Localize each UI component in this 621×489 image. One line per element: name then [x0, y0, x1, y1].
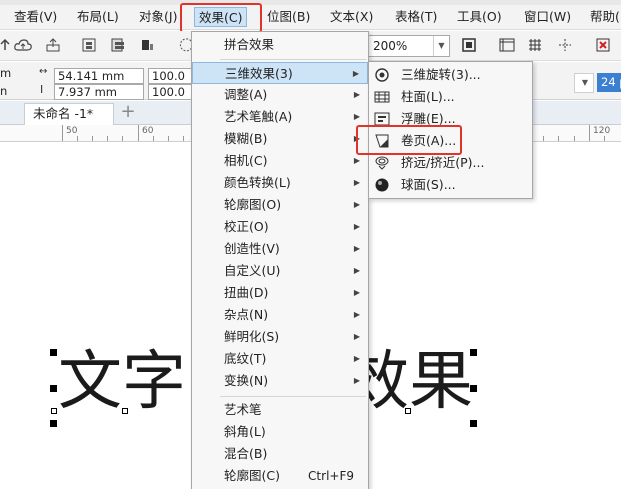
menu-item-custom[interactable]: 自定义(U) ▶ — [192, 260, 368, 282]
menu-separator — [220, 59, 366, 60]
tab-document[interactable]: 未命名 -1* — [24, 103, 114, 125]
chevron-down-icon[interactable]: ▼ — [577, 74, 593, 92]
submenu-arrow-icon: ▶ — [353, 200, 360, 209]
menu-item-combine-effects[interactable]: 拼合效果 — [192, 34, 368, 56]
scale-y-input[interactable]: 100.0 — [148, 84, 192, 100]
annotation-highlight-page-curl — [356, 125, 462, 155]
rulers-icon[interactable] — [496, 34, 518, 56]
object-width-input[interactable]: 54.141 mm — [54, 68, 144, 84]
shortcut-label: Ctrl+F9 — [308, 469, 354, 483]
grid-icon[interactable] — [524, 34, 546, 56]
height-icon: I — [40, 83, 44, 96]
ruler-label: 120 — [593, 126, 611, 136]
zoom-combo[interactable]: 200% ▼ — [368, 35, 450, 57]
submenu-arrow-icon: ▶ — [353, 354, 360, 363]
cloud-upload-icon[interactable] — [12, 34, 34, 56]
full-screen-icon[interactable] — [458, 34, 480, 56]
submenu-arrow-icon: ▶ — [352, 69, 359, 78]
menu-item-3d-effects[interactable]: 三维效果(3) ▶ — [192, 62, 368, 84]
menu-item-3d-rotate[interactable]: 三维旋转(3)... — [369, 64, 532, 86]
ruler-label: 60 — [142, 126, 154, 136]
menu-table[interactable]: 表格(T) — [391, 7, 441, 27]
submenu-arrow-icon: ▶ — [353, 266, 360, 275]
submenu-arrow-icon: ▶ — [353, 90, 360, 99]
selection-handle[interactable] — [50, 349, 57, 356]
menu-item-creative[interactable]: 创造性(V) ▶ — [192, 238, 368, 260]
menu-item-distort[interactable]: 扭曲(D) ▶ — [192, 282, 368, 304]
title-strip — [0, 0, 621, 5]
width-icon: ↔ — [39, 66, 48, 77]
selection-handle[interactable] — [50, 420, 57, 427]
app-window: { "menubar": { "items": ["查看(V)", "布局(L)… — [0, 0, 621, 489]
node-handle[interactable] — [122, 408, 128, 414]
selection-handle[interactable] — [50, 385, 57, 392]
export-icon[interactable] — [42, 34, 64, 56]
menu-item-contour[interactable]: 轮廓图(O) ▶ — [192, 194, 368, 216]
menu-item-adjust[interactable]: 调整(A) ▶ — [192, 84, 368, 106]
menu-item-bevel[interactable]: 斜角(L) — [192, 421, 368, 443]
guidelines-icon[interactable] — [554, 34, 576, 56]
menu-help[interactable]: 帮助( — [586, 7, 621, 27]
menu-bitmaps[interactable]: 位图(B) — [263, 7, 314, 27]
menu-object[interactable]: 对象(J) — [135, 7, 181, 27]
font-size-input[interactable]: 24 p — [597, 73, 621, 92]
position-y-field[interactable]: n — [0, 83, 30, 99]
annotation-highlight-effects — [180, 3, 262, 33]
sphere-icon — [373, 177, 391, 193]
menu-item-color-transform[interactable]: 颜色转换(L) ▶ — [192, 172, 368, 194]
menu-item-artistic-media[interactable]: 艺术笔 — [192, 399, 368, 421]
menu-item-cylinder[interactable]: 柱面(L)... — [369, 86, 532, 108]
menu-item-blur[interactable]: 模糊(B) ▶ — [192, 128, 368, 150]
new-tab-button[interactable]: + — [118, 103, 138, 123]
menu-text[interactable]: 文本(X) — [326, 7, 377, 27]
node-handle[interactable] — [405, 408, 411, 414]
menu-item-sphere[interactable]: 球面(S)... — [369, 174, 532, 196]
menu-item-correction[interactable]: 校正(O) ▶ — [192, 216, 368, 238]
menu-item-contour-shortcut[interactable]: 轮廓图(C) Ctrl+F9 — [192, 465, 368, 487]
selection-handle[interactable] — [470, 420, 477, 427]
submenu-arrow-icon: ▶ — [353, 310, 360, 319]
submenu-arrow-icon: ▶ — [353, 288, 360, 297]
font-combo-arrow[interactable]: ▼ — [574, 73, 594, 93]
group-icon[interactable] — [136, 34, 158, 56]
menu-view[interactable]: 查看(V) — [10, 7, 61, 27]
snap-off-icon[interactable] — [592, 34, 614, 56]
menu-item-pinch-punch[interactable]: 挤远/挤近(P)... — [369, 152, 532, 174]
pinch-punch-icon — [373, 155, 391, 171]
ruler-label: 50 — [66, 126, 78, 136]
selection-handle[interactable] — [470, 349, 477, 356]
submenu-arrow-icon: ▶ — [353, 244, 360, 253]
menu-layout[interactable]: 布局(L) — [73, 7, 123, 27]
menu-bar: 查看(V) 布局(L) 对象(J) 效果(C) 位图(B) 文本(X) 表格(T… — [0, 0, 621, 30]
submenu-arrow-icon: ▶ — [353, 222, 360, 231]
align-icon[interactable] — [78, 34, 100, 56]
3d-rotate-icon — [373, 67, 391, 83]
submenu-arrow-icon: ▶ — [353, 178, 360, 187]
menu-item-transform[interactable]: 变换(N) ▶ — [192, 370, 368, 392]
submenu-arrow-icon: ▶ — [353, 376, 360, 385]
menu-item-noise[interactable]: 杂点(N) ▶ — [192, 304, 368, 326]
menu-item-blend[interactable]: 混合(B) — [192, 443, 368, 465]
menu-item-texture[interactable]: 底纹(T) ▶ — [192, 348, 368, 370]
scale-x-input[interactable]: 100.0 — [148, 68, 192, 84]
menu-separator — [220, 396, 366, 397]
selection-handle[interactable] — [470, 385, 477, 392]
menu-item-sharpen[interactable]: 鲜明化(S) ▶ — [192, 326, 368, 348]
object-height-input[interactable]: 7.937 mm — [54, 84, 144, 100]
menu-item-camera[interactable]: 相机(C) ▶ — [192, 150, 368, 172]
menu-tools[interactable]: 工具(O) — [453, 7, 506, 27]
effects-menu: 拼合效果 三维效果(3) ▶ 调整(A) ▶ 艺术笔触(A) ▶ 模糊(B) ▶ 相机(… — [191, 31, 369, 489]
artistic-text-left[interactable]: 文字 — [58, 350, 186, 414]
menu-item-art-strokes[interactable]: 艺术笔触(A) ▶ — [192, 106, 368, 128]
distribute-icon[interactable] — [107, 34, 129, 56]
node-handle[interactable] — [51, 408, 57, 414]
cylinder-icon — [373, 89, 391, 105]
submenu-arrow-icon: ▶ — [353, 332, 360, 341]
chevron-down-icon[interactable]: ▼ — [433, 36, 449, 56]
menu-window[interactable]: 窗口(W) — [520, 7, 575, 27]
position-x-field[interactable]: m — [0, 65, 30, 81]
